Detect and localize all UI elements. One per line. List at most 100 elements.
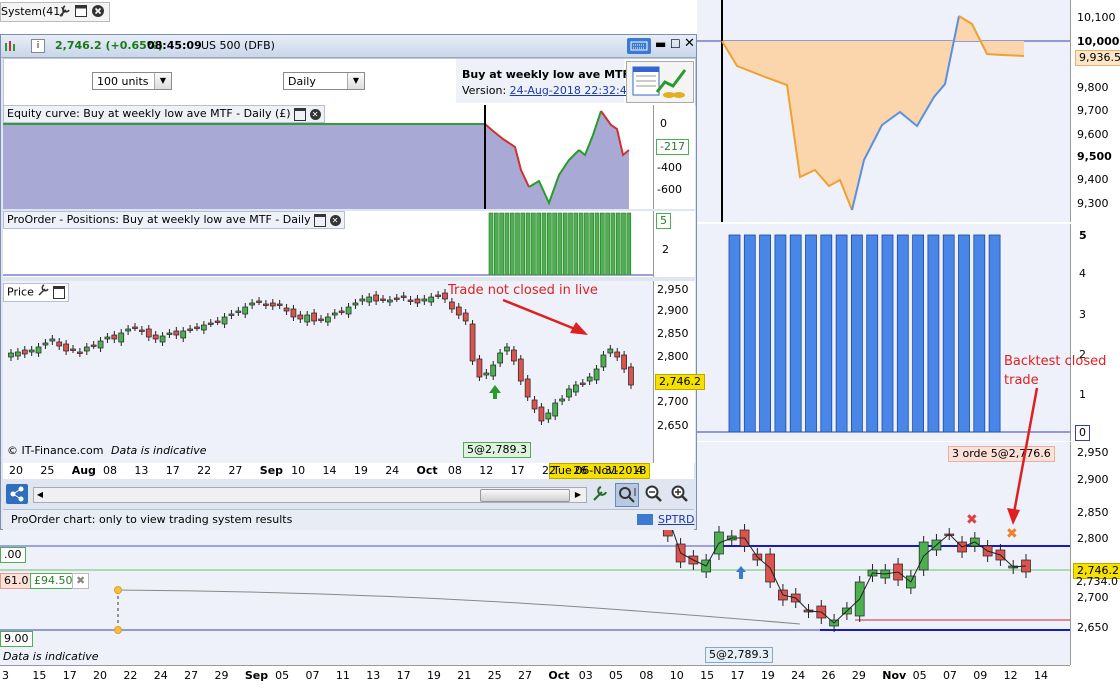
x-axis-label: 07 (942, 669, 957, 682)
axis-label: 2,650 (1077, 621, 1109, 634)
close-marker-icon: ✖ (966, 512, 978, 528)
scroll-left-icon[interactable]: ◀ (34, 488, 46, 502)
x-axis-label: 08 (103, 464, 118, 477)
x-axis-label: 12 (479, 464, 494, 477)
axis-label: 9,500 (1077, 150, 1112, 163)
position-bar (759, 234, 771, 433)
window-toolbar: 100 units ▼ Daily ▼ Buy at weekly low av… (3, 58, 696, 106)
candle (90, 341, 97, 349)
close-icon[interactable]: ✕ (329, 214, 341, 226)
candle (628, 363, 634, 389)
candle (559, 395, 565, 405)
scroll-right-icon[interactable]: ▶ (572, 488, 584, 502)
candle (49, 335, 56, 345)
restore-icon[interactable]: ☐ (670, 37, 681, 51)
window-titlebar[interactable]: i 2,746.2 (+0.65%) 08:45:09 US 500 (DFB)… (1, 35, 696, 58)
settings-wrench-icon[interactable] (590, 484, 610, 507)
candle (297, 311, 304, 323)
close-icon[interactable]: ✖ (72, 573, 90, 589)
chart-tab[interactable]: System(41) (0, 2, 110, 22)
annotation-arrow (502, 298, 588, 335)
x-axis-label: 08 (639, 669, 654, 682)
candle (483, 369, 490, 379)
position-bar (562, 212, 568, 276)
buy-arrow-icon (489, 385, 501, 399)
candle (531, 396, 538, 413)
position-bar (621, 212, 626, 276)
units-select[interactable]: 100 units ▼ (92, 72, 172, 90)
x-axis-label: 03 (578, 669, 593, 682)
candle (187, 325, 193, 333)
x-axis-label: 17 (165, 464, 180, 477)
close-icon[interactable] (91, 4, 105, 18)
version-line: Version: 24-Aug-2018 22:32:49 (462, 84, 634, 97)
close-icon[interactable]: ✕ (309, 108, 321, 120)
candle (428, 293, 435, 306)
position-bar (594, 212, 600, 276)
axis-label: 3 (1079, 308, 1086, 321)
candle (380, 295, 386, 303)
wrench-icon[interactable] (57, 4, 71, 18)
zoom-in-icon[interactable] (670, 484, 690, 507)
positions-title: ProOrder - Positions: Buy at weekly low … (7, 213, 311, 226)
system-name: Buy at weekly low ave MTF (462, 68, 631, 81)
x-axis-label: 24 (385, 464, 400, 477)
candle (352, 299, 359, 309)
equity-badge: -217 (656, 139, 689, 155)
keyboard-icon[interactable] (627, 38, 651, 54)
position-bar (973, 234, 986, 433)
equity-axis: 0 -217 -400 -600 (653, 105, 695, 209)
sptrd-icon[interactable] (637, 514, 653, 525)
left-badge: 9.00 (0, 631, 33, 647)
position-bar (743, 234, 756, 433)
axis-label: 0 (660, 117, 667, 130)
auto-scale-icon[interactable] (615, 483, 639, 507)
position-bar (552, 212, 557, 276)
background-price-axis: 2,950 2,900 2,850 2,800 2,746.2 2,734.0 … (1070, 442, 1120, 665)
x-axis-label: Sep (259, 464, 284, 477)
share-icon[interactable] (6, 484, 28, 504)
x-axis-label: 05 (275, 669, 290, 682)
x-axis-label: 08 (447, 464, 462, 477)
horizontal-scrollbar[interactable]: ◀ ▶ (33, 487, 587, 503)
x-axis-label: 29 (851, 669, 866, 682)
axis-label: 2,850 (1077, 506, 1109, 519)
position-bar (493, 212, 499, 276)
maximize-icon[interactable] (52, 286, 65, 299)
minimize-icon[interactable]: ▬ (655, 37, 666, 51)
x-axis-label: 25 (40, 464, 55, 477)
close-window-icon[interactable]: ✕ (684, 36, 695, 51)
maximize-icon[interactable] (294, 107, 307, 121)
candle (35, 343, 42, 357)
left-badge: 61.0 (0, 573, 33, 589)
candle (56, 338, 63, 350)
wrench-icon[interactable] (37, 284, 50, 301)
x-axis-label: 27 (184, 669, 199, 682)
candle (393, 294, 400, 302)
candle (42, 339, 49, 349)
candle (283, 304, 290, 315)
sptrd-link[interactable]: SPTRD (658, 513, 694, 526)
x-axis-label: 27 (518, 669, 532, 682)
candle (338, 307, 345, 315)
candle (118, 329, 125, 346)
candle (228, 310, 235, 319)
maximize-icon[interactable] (314, 213, 327, 227)
x-axis-label: 15 (32, 669, 47, 682)
axis-label: 9,800 (1077, 81, 1109, 94)
x-axis-label: 10 (669, 669, 684, 682)
candle (573, 381, 579, 396)
info-icon[interactable]: i (31, 39, 45, 53)
maximize-icon[interactable] (74, 4, 88, 18)
candle (462, 309, 469, 325)
period-select[interactable]: Daily ▼ (283, 72, 365, 90)
zoom-out-icon[interactable] (644, 484, 664, 507)
positions-axis: 5 2 (653, 211, 695, 277)
indicative-text: Data is indicative (3, 650, 99, 663)
candle (497, 349, 503, 367)
position-bar (578, 212, 584, 276)
version-link[interactable]: 24-Aug-2018 22:32:49 (510, 84, 634, 97)
axis-label: 2,950 (657, 283, 689, 296)
candle (545, 409, 552, 423)
scroll-thumb[interactable] (480, 489, 570, 502)
